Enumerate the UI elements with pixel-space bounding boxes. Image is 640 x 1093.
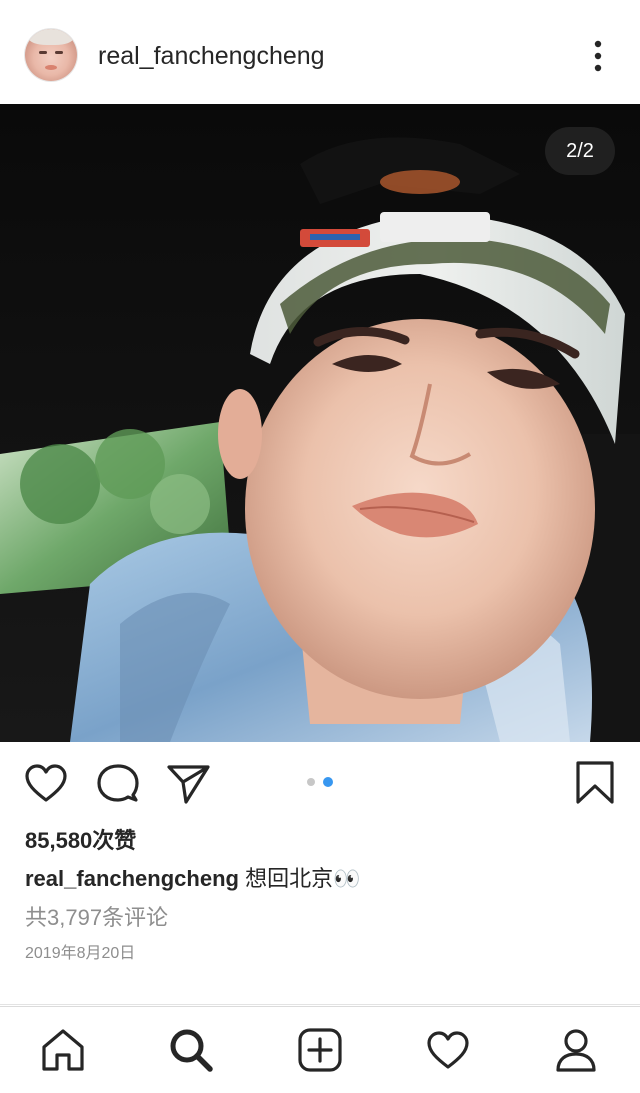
carousel-dot-active [323, 777, 333, 787]
send-icon[interactable] [166, 762, 212, 810]
activity-icon[interactable] [425, 1027, 471, 1073]
post-header: real_fanchengcheng [0, 0, 640, 104]
likes-count[interactable]: 85,580次赞 [25, 826, 136, 856]
carousel-indicator [307, 777, 337, 788]
heart-icon[interactable] [24, 762, 68, 810]
view-comments-link[interactable]: 共3,797条评论 [25, 903, 168, 933]
home-icon[interactable] [40, 1027, 86, 1073]
bottom-tab-bar [0, 1006, 640, 1093]
avatar-hair [29, 29, 73, 45]
caption-text: 想回北京👀 [238, 866, 361, 891]
carousel-dot [307, 778, 315, 786]
post-date: 2019年8月20日 [25, 945, 136, 962]
caption-username[interactable]: real_fanchengcheng [25, 866, 239, 891]
bookmark-icon[interactable] [574, 760, 616, 810]
comment-icon[interactable] [96, 762, 140, 810]
avatar-mouth [45, 65, 57, 70]
profile-icon[interactable] [553, 1027, 599, 1073]
search-icon[interactable] [168, 1027, 214, 1073]
avatar-eye [39, 51, 47, 54]
post-photo[interactable] [0, 104, 640, 742]
new-post-icon[interactable] [297, 1027, 343, 1073]
post-username[interactable]: real_fanchengcheng [98, 41, 325, 71]
user-avatar[interactable] [25, 29, 77, 81]
post-caption: real_fanchengcheng 想回北京👀 [25, 864, 360, 894]
divider [0, 1004, 640, 1005]
more-vertical-icon[interactable] [584, 36, 612, 76]
image-counter-badge: 2/2 [545, 127, 615, 175]
avatar-eye [55, 51, 63, 54]
